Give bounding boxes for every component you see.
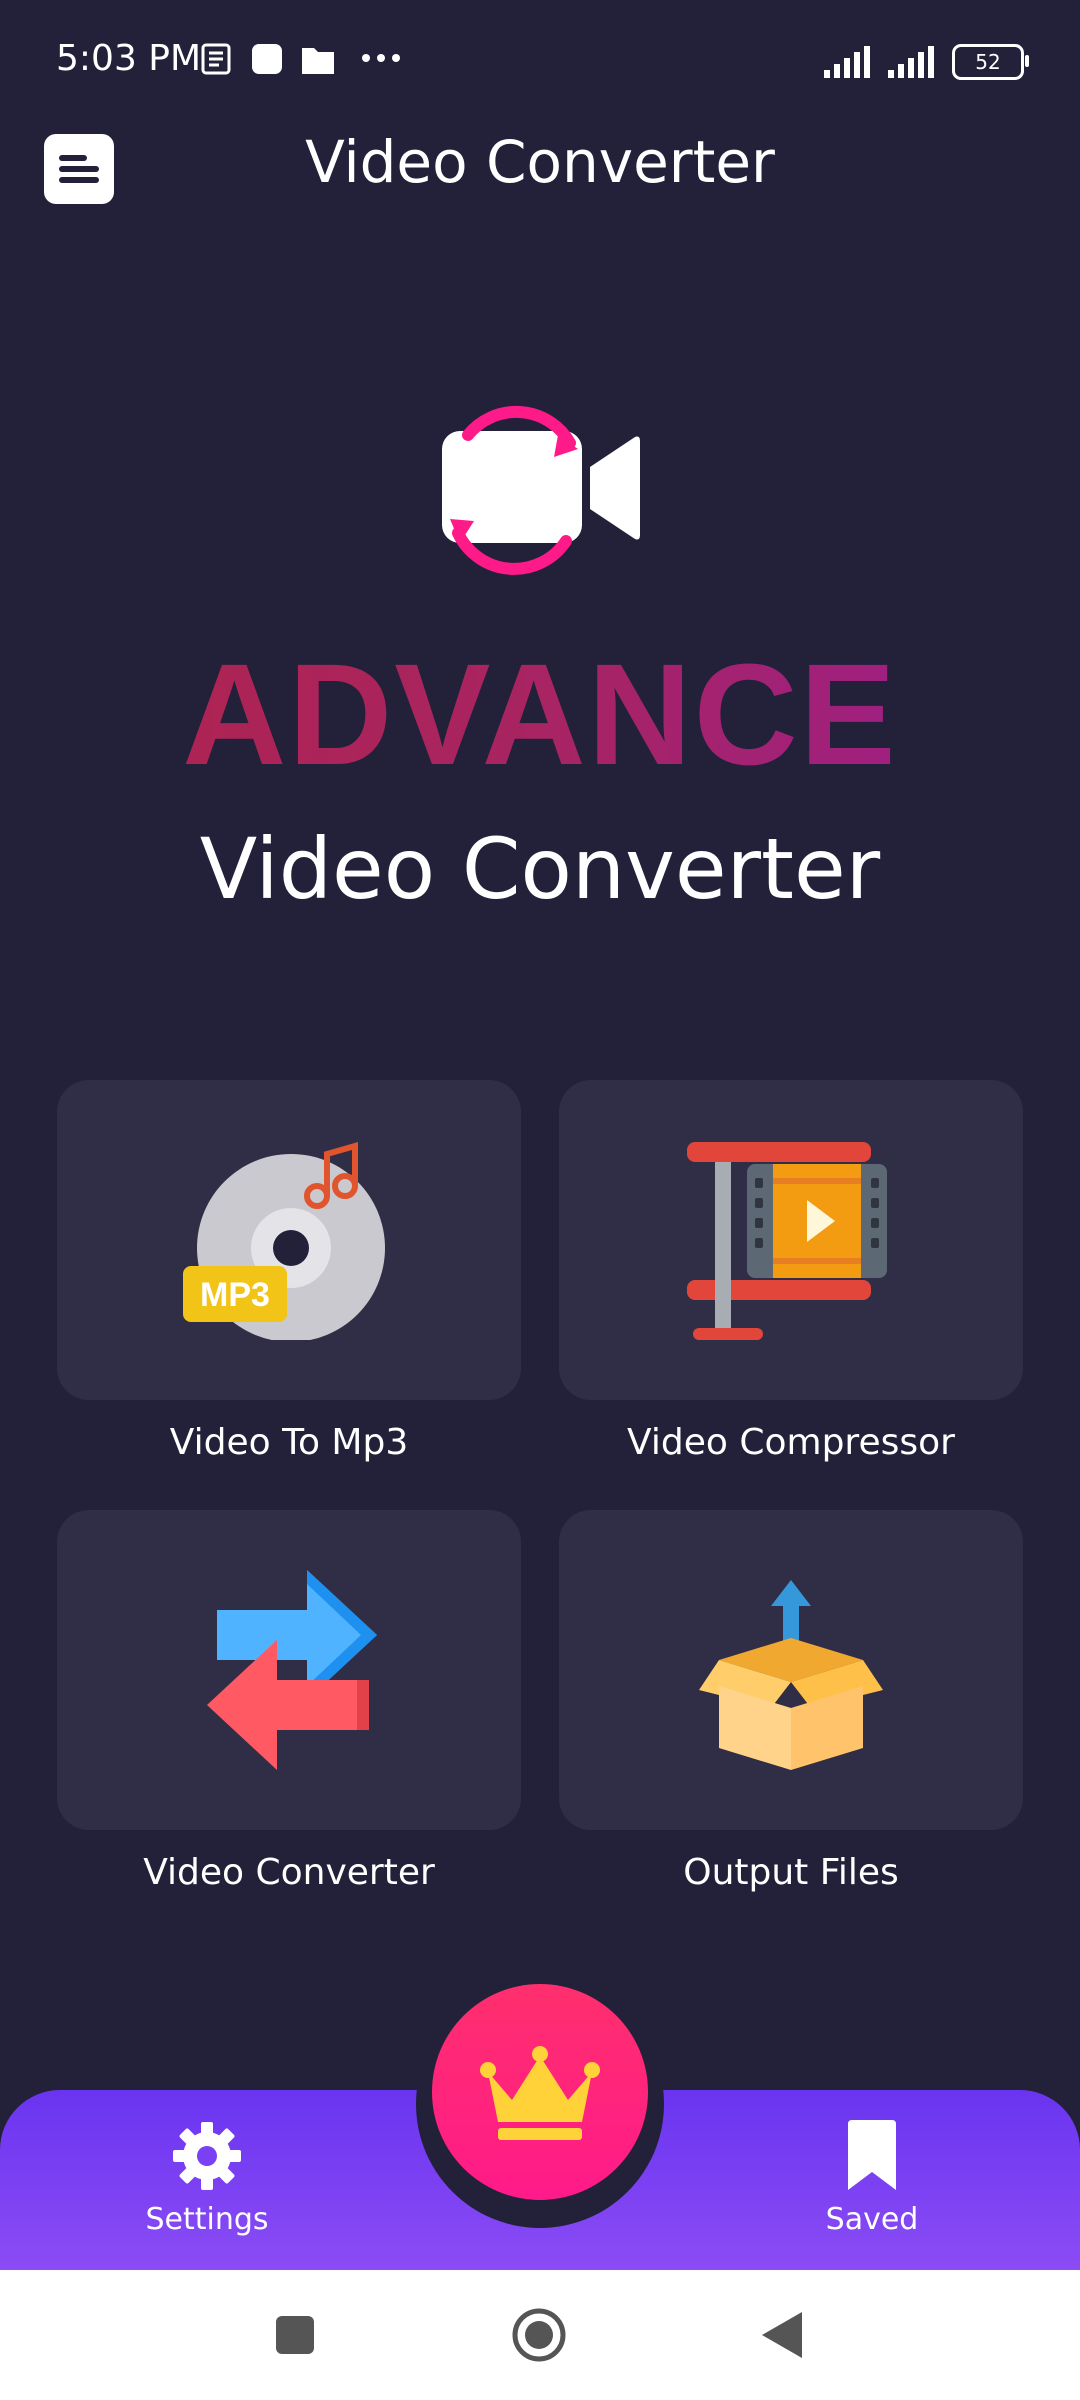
system-nav-bar (0, 2270, 1080, 2400)
nav-settings[interactable]: Settings (107, 2120, 307, 2237)
premium-button[interactable] (432, 1984, 648, 2200)
video-converter-label: Video Converter (143, 1852, 435, 1893)
swap-arrows-icon (207, 1570, 377, 1770)
nav-saved[interactable]: Saved (772, 2120, 972, 2237)
output-files-label: Output Files (683, 1852, 899, 1893)
output-files-card[interactable] (559, 1510, 1023, 1830)
crown-icon (480, 2046, 600, 2140)
gear-icon (173, 2122, 241, 2190)
film-press-icon (687, 1142, 887, 1340)
status-bar: 5:03 PM 52 (0, 0, 1080, 120)
nav-settings-label: Settings (145, 2202, 269, 2237)
nav-saved-label: Saved (825, 2202, 919, 2237)
status-time: 5:03 PM (56, 38, 202, 79)
square-notification-icon (252, 44, 282, 74)
more-dots-icon (362, 54, 400, 62)
open-box-upload-icon (699, 1580, 883, 1770)
video-converter-card[interactable] (57, 1510, 521, 1830)
mp3-disc-icon: MP3 (183, 1142, 385, 1340)
back-button[interactable] (760, 2310, 806, 2360)
hero-subtitle: Video Converter (199, 820, 881, 918)
signal-icon (824, 46, 870, 78)
video-camera-sync-icon (442, 405, 640, 575)
battery-level: 52 (975, 50, 1001, 74)
signal-icon (888, 46, 934, 78)
svg-text:MP3: MP3 (200, 1276, 270, 1314)
video-compressor-card[interactable] (559, 1080, 1023, 1400)
video-to-mp3-card[interactable]: MP3 (57, 1080, 521, 1400)
home-button[interactable] (510, 2306, 568, 2364)
battery-indicator: 52 (952, 44, 1029, 80)
folder-icon (302, 48, 334, 74)
video-to-mp3-label: Video To Mp3 (169, 1422, 409, 1463)
video-compressor-label: Video Compressor (627, 1422, 955, 1463)
hero-headline: ADVANCE (0, 632, 1080, 798)
news-icon (201, 43, 231, 75)
recent-apps-button[interactable] (274, 2314, 316, 2356)
app-title: Video Converter (305, 128, 775, 196)
bookmark-icon (848, 2120, 896, 2190)
